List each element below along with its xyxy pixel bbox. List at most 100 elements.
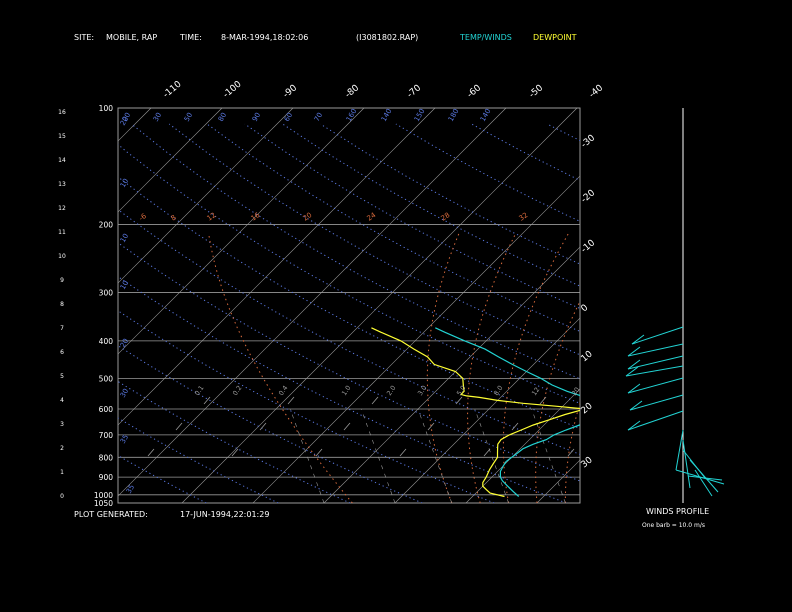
dry-adiabat bbox=[118, 454, 207, 503]
pressure-label-100: 100 bbox=[99, 104, 114, 113]
dry-adiabat-label-top: 30 bbox=[152, 111, 163, 123]
dry-adiabat-label-top: 140 bbox=[479, 107, 493, 123]
barb-note: One barb = 10.0 m/s bbox=[642, 522, 705, 529]
height-label-11: 11 bbox=[58, 229, 66, 236]
grid-tick bbox=[371, 396, 379, 405]
grid-tick bbox=[315, 448, 323, 457]
dry-adiabat-label-top: 140 bbox=[380, 107, 394, 123]
moist-adiabat-label: 24 bbox=[366, 211, 378, 223]
isotherm-label-top: -70 bbox=[406, 83, 424, 100]
isotherm-line bbox=[118, 108, 294, 284]
grid-tick bbox=[175, 422, 183, 431]
dry-adiabat bbox=[168, 123, 580, 356]
pressure-label-300: 300 bbox=[99, 289, 114, 298]
pressure-label-800: 800 bbox=[99, 453, 114, 462]
height-label-6: 6 bbox=[60, 349, 64, 356]
isotherm-line bbox=[118, 108, 223, 213]
isotherm-line bbox=[252, 175, 580, 503]
dewpoint-profile bbox=[371, 327, 580, 498]
wind-barb-low bbox=[689, 459, 719, 493]
height-label-15: 15 bbox=[58, 133, 66, 140]
dry-adiabat bbox=[282, 123, 580, 287]
wind-barb-shaft bbox=[627, 410, 684, 431]
grid-tick bbox=[147, 448, 155, 457]
dry-adiabat-label-left: 20 bbox=[119, 337, 130, 349]
mixing-ratio-line bbox=[360, 408, 396, 503]
dry-adiabat bbox=[244, 123, 580, 310]
height-label-7: 7 bbox=[60, 325, 64, 332]
dry-adiabat bbox=[206, 123, 580, 332]
dry-adiabat bbox=[118, 176, 580, 430]
isotherm-line bbox=[608, 108, 792, 503]
isotherm-label-right: 20 bbox=[580, 401, 595, 416]
height-label-13: 13 bbox=[58, 181, 66, 188]
wind-barb-shaft bbox=[631, 326, 684, 345]
moist-adiabat-label: 28 bbox=[440, 211, 452, 223]
dry-adiabat bbox=[118, 310, 495, 503]
isotherm-label-top: -40 bbox=[588, 83, 606, 100]
isotherm-label-right: -30 bbox=[580, 133, 598, 150]
dry-adiabat-label-top: 50 bbox=[183, 111, 194, 123]
isotherm-line bbox=[536, 459, 580, 503]
mixing-ratio-line bbox=[588, 409, 622, 503]
pressure-label-900: 900 bbox=[99, 473, 114, 482]
grid-tick bbox=[539, 396, 547, 405]
isotherm-label-right: 10 bbox=[580, 349, 595, 364]
moist-adiabat-label: 12 bbox=[206, 211, 218, 223]
isotherm-line bbox=[0, 108, 80, 503]
dry-adiabat-label-left: 10 bbox=[119, 279, 130, 291]
isotherm-label-right: 0 bbox=[580, 303, 591, 315]
pressure-label-400: 400 bbox=[99, 337, 114, 346]
isotherm-line bbox=[679, 108, 792, 503]
isotherm-label-top: -50 bbox=[528, 83, 546, 100]
height-label-0: 0 bbox=[60, 493, 64, 500]
height-label-3: 3 bbox=[60, 421, 64, 428]
wind-barb-flag bbox=[631, 334, 645, 345]
isotherm-label-right: -20 bbox=[580, 188, 598, 205]
winds-profile-label: WINDS PROFILE bbox=[646, 507, 710, 516]
dry-adiabat-label-left: 30 bbox=[119, 387, 130, 399]
isotherm-label-top: -60 bbox=[466, 83, 484, 100]
skew-t-chart: 1002003004005006007008009001000105001234… bbox=[0, 79, 792, 508]
wind-barb-shaft bbox=[627, 377, 684, 394]
isotherm-line bbox=[181, 108, 578, 503]
height-label-14: 14 bbox=[58, 157, 66, 164]
moist-adiabat-label: 8 bbox=[170, 214, 178, 223]
mixing-ratio-label: 2.0 bbox=[385, 384, 397, 397]
isotherm-label-top: -100 bbox=[222, 79, 244, 100]
isotherm-label-top: -110 bbox=[162, 79, 184, 100]
isotherm-label-right: -10 bbox=[580, 238, 598, 255]
pressure-label-1050: 1050 bbox=[94, 499, 113, 508]
height-label-10: 10 bbox=[58, 253, 66, 260]
dry-adiabat bbox=[118, 275, 567, 503]
mixing-ratio-line bbox=[417, 408, 453, 503]
isotherm-line bbox=[0, 108, 9, 503]
grid-tick bbox=[203, 396, 211, 405]
wind-barb-flag bbox=[627, 420, 641, 431]
dry-adiabat-label-top: 180 bbox=[447, 107, 461, 123]
pressure-label-700: 700 bbox=[99, 431, 114, 440]
height-label-1: 1 bbox=[60, 469, 64, 476]
mixing-ratio-line bbox=[531, 408, 566, 503]
mixing-ratio-label: 0.2 bbox=[231, 384, 243, 397]
mixing-ratio-label: 0.4 bbox=[277, 384, 289, 397]
mixing-ratio-label: 0.1 bbox=[193, 384, 205, 397]
mixing-ratio-label: 12 bbox=[530, 386, 541, 397]
isotherm-line bbox=[394, 317, 580, 503]
grid-tick bbox=[399, 448, 407, 457]
isotherm-line bbox=[118, 108, 436, 426]
moist-adiabat bbox=[622, 233, 753, 503]
dry-adiabat bbox=[131, 123, 580, 380]
grid-tick bbox=[287, 396, 295, 405]
plot-generated-value: 17-JUN-1994,22:01:29 bbox=[180, 510, 270, 519]
isotherm-line bbox=[118, 108, 152, 142]
dry-adiabat-label-top: 60 bbox=[283, 111, 294, 123]
dry-adiabat-label-top: 90 bbox=[251, 111, 262, 123]
pressure-label-500: 500 bbox=[99, 374, 114, 383]
mixing-ratio-label: 3.0 bbox=[416, 384, 428, 397]
isotherm-line bbox=[118, 108, 365, 355]
isotherm-label-top: -80 bbox=[344, 83, 362, 100]
dry-adiabat bbox=[546, 123, 580, 142]
isotherm-line bbox=[465, 388, 580, 503]
height-label-2: 2 bbox=[60, 445, 64, 452]
